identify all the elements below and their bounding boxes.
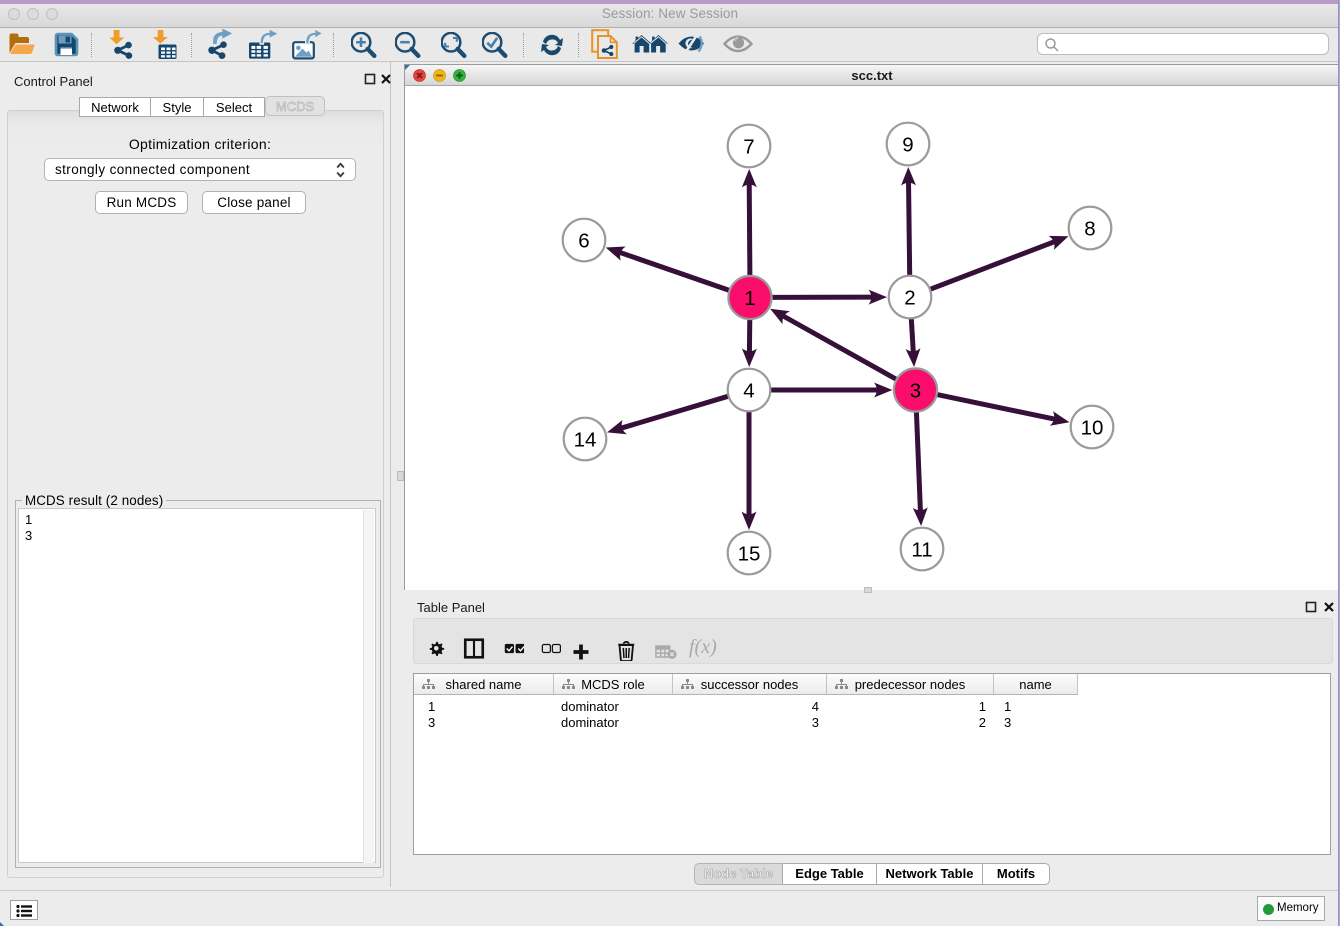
svg-text:14: 14 xyxy=(574,429,597,452)
svg-text:9: 9 xyxy=(902,134,913,157)
svg-text:15: 15 xyxy=(738,543,761,566)
svg-text:1: 1 xyxy=(744,287,755,310)
svg-text:8: 8 xyxy=(1084,218,1095,241)
svg-text:2: 2 xyxy=(904,287,915,310)
svg-text:10: 10 xyxy=(1081,417,1104,440)
svg-text:3: 3 xyxy=(910,380,921,403)
svg-text:6: 6 xyxy=(578,230,589,253)
svg-text:11: 11 xyxy=(911,539,932,562)
svg-text:7: 7 xyxy=(743,136,754,159)
svg-text:4: 4 xyxy=(743,380,754,403)
